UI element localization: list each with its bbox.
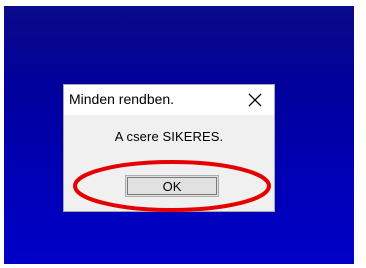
dialog-message: A csere SIKERES. bbox=[114, 129, 224, 144]
close-button[interactable] bbox=[246, 91, 264, 109]
ok-button[interactable]: OK bbox=[125, 175, 219, 197]
dialog-title: Minden rendben. bbox=[69, 91, 175, 107]
close-icon bbox=[248, 93, 262, 107]
dialog-titlebar: Minden rendben. bbox=[64, 85, 274, 115]
screenshot-margin bbox=[354, 6, 366, 264]
message-dialog: Minden rendben. A csere SIKERES. OK bbox=[63, 84, 275, 212]
